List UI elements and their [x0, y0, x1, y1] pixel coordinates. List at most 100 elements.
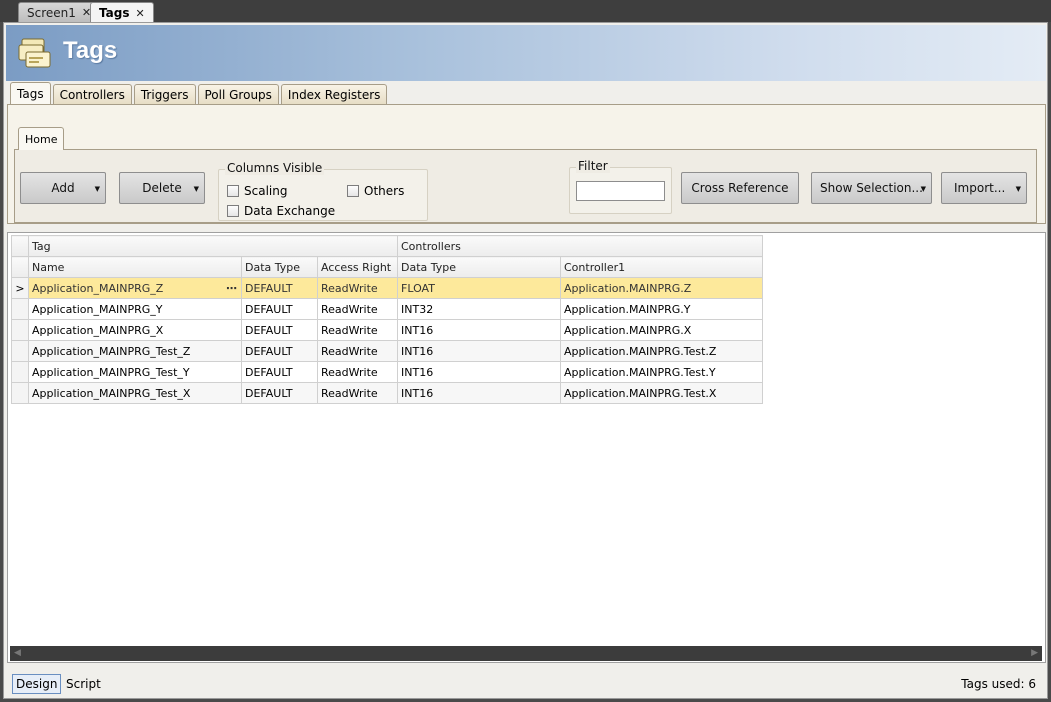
cross-reference-button[interactable]: Cross Reference — [681, 172, 799, 204]
name-cell[interactable]: Application_MAINPRG_Test_Z — [28, 340, 242, 362]
tags-grid[interactable]: Tag Controllers Name Data Type Access Ri… — [11, 235, 763, 404]
data-type-cell[interactable]: DEFAULT — [241, 340, 318, 362]
ribbon-tab-home[interactable]: Home — [18, 127, 65, 150]
import-label: Import... — [954, 181, 1006, 195]
column-header-access-right[interactable]: Access Right — [317, 256, 398, 278]
table-row[interactable]: Application_MAINPRG_Test_Z DEFAULT ReadW… — [11, 340, 763, 362]
row-selector[interactable] — [11, 361, 29, 383]
close-icon[interactable]: ✕ — [135, 7, 144, 20]
page-title: Tags — [63, 37, 118, 64]
controller-data-type-cell[interactable]: INT16 — [397, 382, 561, 404]
tab-controllers[interactable]: Controllers — [52, 84, 132, 105]
data-type-cell[interactable]: DEFAULT — [241, 319, 318, 341]
name-cell[interactable]: Application_MAINPRG_X — [28, 319, 242, 341]
tab-design[interactable]: Design — [12, 674, 62, 694]
tab-triggers[interactable]: Triggers — [133, 84, 196, 105]
tab-tags[interactable]: Tags — [10, 82, 51, 105]
tab-index-registers[interactable]: Index Registers — [280, 84, 388, 105]
access-right-cell[interactable]: ReadWrite — [317, 277, 398, 299]
column-header-row: Name Data Type Access Right Data Type Co… — [11, 256, 763, 278]
column-header-name[interactable]: Name — [28, 256, 242, 278]
header-banner: Tags — [6, 25, 1046, 81]
row-selector[interactable] — [11, 319, 29, 341]
dropdown-arrow-icon[interactable]: ▼ — [1016, 185, 1021, 193]
controller1-cell[interactable]: Application.MAINPRG.Y — [560, 298, 763, 320]
scaling-checkbox[interactable] — [227, 185, 239, 197]
others-checkbox[interactable] — [347, 185, 359, 197]
others-checkbox-row[interactable]: Others — [347, 184, 404, 198]
controller1-cell[interactable]: Application.MAINPRG.Test.Y — [560, 361, 763, 383]
scroll-left-icon[interactable]: ◀ — [14, 648, 21, 658]
tags-folder-icon — [18, 38, 51, 68]
column-header-data-type[interactable]: Data Type — [241, 256, 318, 278]
filter-input[interactable] — [576, 181, 665, 201]
table-row[interactable]: Application_MAINPRG_Y DEFAULT ReadWrite … — [11, 298, 763, 320]
controller1-cell[interactable]: Application.MAINPRG.Z — [560, 277, 763, 299]
tags-editor: Tags Tags Controllers Triggers Poll Grou… — [3, 22, 1048, 699]
access-right-cell[interactable]: ReadWrite — [317, 340, 398, 362]
row-selector[interactable] — [11, 340, 29, 362]
ellipsis-button[interactable]: ⋯ — [226, 282, 238, 295]
controller-data-type-cell[interactable]: INT16 — [397, 319, 561, 341]
controller1-cell[interactable]: Application.MAINPRG.Test.Z — [560, 340, 763, 362]
data-type-cell[interactable]: DEFAULT — [241, 382, 318, 404]
horizontal-scrollbar[interactable]: ◀ ▶ — [10, 646, 1042, 661]
column-header-controller1[interactable]: Controller1 — [560, 256, 763, 278]
data-exchange-checkbox-row[interactable]: Data Exchange — [227, 204, 335, 218]
controllers-group-header: Controllers — [397, 235, 763, 257]
doc-tab-tags[interactable]: Tags ✕ — [90, 2, 154, 23]
dropdown-arrow-icon[interactable]: ▼ — [194, 185, 199, 193]
access-right-cell[interactable]: ReadWrite — [317, 382, 398, 404]
name-cell[interactable]: Application_MAINPRG_Test_Y — [28, 361, 242, 383]
others-label: Others — [364, 184, 405, 198]
dropdown-arrow-icon[interactable]: ▼ — [921, 185, 926, 193]
controller-data-type-cell[interactable]: FLOAT — [397, 277, 561, 299]
dropdown-arrow-icon[interactable]: ▼ — [95, 185, 100, 193]
row-selector[interactable] — [11, 298, 29, 320]
table-row[interactable]: Application_MAINPRG_Test_Y DEFAULT ReadW… — [11, 361, 763, 383]
scroll-right-icon[interactable]: ▶ — [1031, 648, 1038, 658]
access-right-cell[interactable]: ReadWrite — [317, 361, 398, 383]
data-type-cell[interactable]: DEFAULT — [241, 277, 318, 299]
controller1-cell[interactable]: Application.MAINPRG.X — [560, 319, 763, 341]
access-right-cell[interactable]: ReadWrite — [317, 298, 398, 320]
table-row[interactable]: Application_MAINPRG_Test_X DEFAULT ReadW… — [11, 382, 763, 404]
scaling-checkbox-row[interactable]: Scaling — [227, 184, 287, 198]
row-selector[interactable] — [11, 382, 29, 404]
table-row[interactable]: > Application_MAINPRG_Z ⋯ DEFAULT ReadWri… — [11, 277, 763, 299]
delete-button[interactable]: Delete ▼ — [119, 172, 205, 204]
show-selection-button[interactable]: Show Selection... ▼ — [811, 172, 932, 204]
data-type-cell[interactable]: DEFAULT — [241, 298, 318, 320]
section-tab-strip: Tags Controllers Triggers Poll Groups In… — [10, 82, 388, 105]
filter-group: Filter — [569, 159, 672, 214]
name-cell[interactable]: Application_MAINPRG_Y — [28, 298, 242, 320]
filter-title: Filter — [576, 159, 610, 173]
controller-data-type-cell[interactable]: INT32 — [397, 298, 561, 320]
controller-data-type-cell[interactable]: INT16 — [397, 340, 561, 362]
ribbon: Add ▼ Delete ▼ Columns Visible Scaling O… — [14, 149, 1037, 223]
import-button[interactable]: Import... ▼ — [941, 172, 1027, 204]
table-row[interactable]: Application_MAINPRG_X DEFAULT ReadWrite … — [11, 319, 763, 341]
access-right-cell[interactable]: ReadWrite — [317, 319, 398, 341]
show-selection-label: Show Selection... — [820, 181, 923, 195]
tags-grid-area: Tag Controllers Name Data Type Access Ri… — [7, 232, 1046, 663]
data-exchange-checkbox[interactable] — [227, 205, 239, 217]
controller1-cell[interactable]: Application.MAINPRG.Test.X — [560, 382, 763, 404]
document-tab-strip: Screen1 ✕ Tags ✕ — [0, 0, 1051, 23]
doc-tab-screen1[interactable]: Screen1 ✕ — [18, 2, 101, 22]
controller-data-type-cell[interactable]: INT16 — [397, 361, 561, 383]
data-type-cell[interactable]: DEFAULT — [241, 361, 318, 383]
row-header-corner — [11, 256, 29, 278]
column-header-controller-data-type[interactable]: Data Type — [397, 256, 561, 278]
row-selector-icon[interactable]: > — [11, 277, 29, 299]
name-cell[interactable]: Application_MAINPRG_Test_X — [28, 382, 242, 404]
status-bar: Design Script Tags used: 6 — [7, 671, 1046, 697]
tab-poll-groups[interactable]: Poll Groups — [197, 84, 279, 105]
columns-visible-group: Columns Visible Scaling Others Data Exch… — [218, 161, 428, 221]
name-cell[interactable]: Application_MAINPRG_Z ⋯ — [28, 277, 242, 299]
corner-cell — [11, 235, 29, 257]
name-value: Application_MAINPRG_Z — [32, 281, 164, 295]
add-button[interactable]: Add ▼ — [20, 172, 106, 204]
tags-used-count: Tags used: 6 — [961, 677, 1036, 691]
tab-script[interactable]: Script — [63, 674, 104, 694]
